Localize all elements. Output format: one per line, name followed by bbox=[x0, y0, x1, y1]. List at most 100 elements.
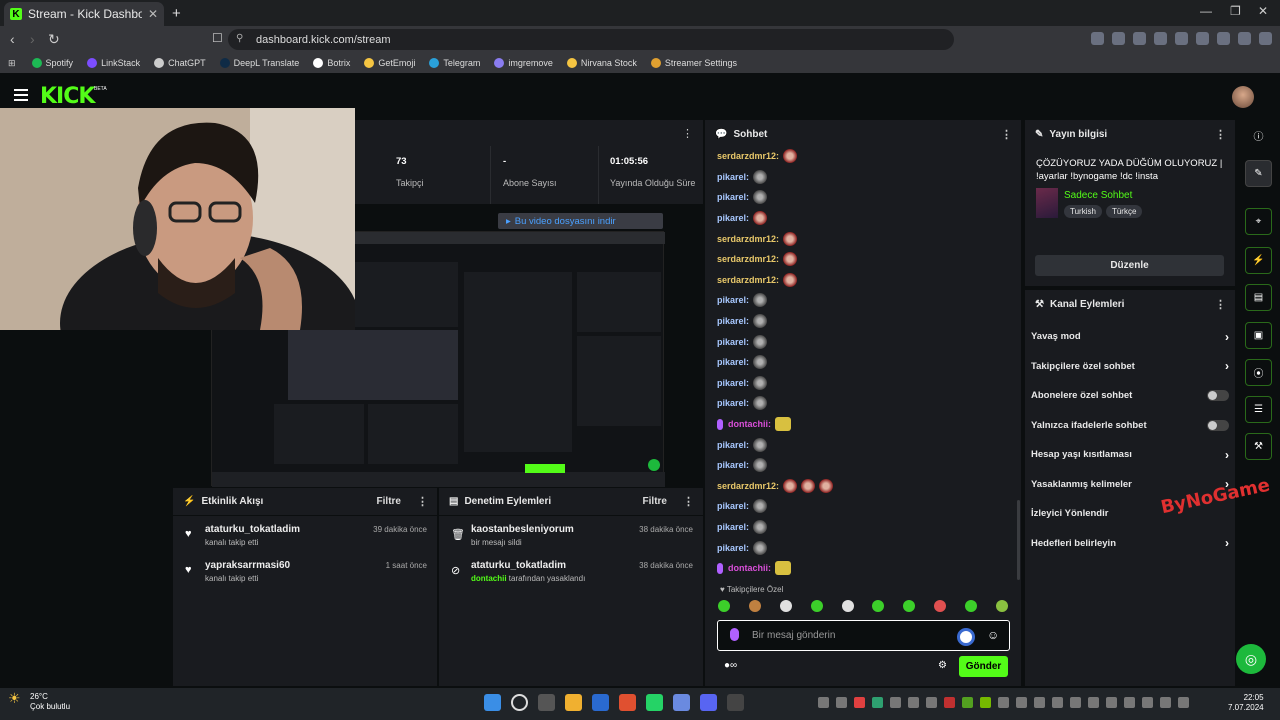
chat-message: serdarzdmr12: bbox=[717, 270, 1007, 291]
chat-username[interactable]: pikarel: bbox=[717, 460, 749, 470]
layout-icon[interactable]: ☰ bbox=[1245, 396, 1272, 423]
channel-actions-list: Yavaş mod › Takipçilere özel sohbet › Abonel… bbox=[1025, 318, 1235, 558]
kick-logo[interactable]: KICK bbox=[40, 84, 95, 109]
weather-widget[interactable]: 26°C Çok bulutlu bbox=[8, 692, 70, 712]
channel-action-item[interactable]: Abonelere özel sohbet bbox=[1025, 381, 1235, 411]
stream-info-more-icon[interactable]: ⋮ bbox=[1215, 128, 1226, 141]
chevron-right-icon: › bbox=[1225, 329, 1229, 344]
channel-action-item[interactable]: Yalnızca ifadelerle sohbet bbox=[1025, 411, 1235, 441]
broadcast-icon[interactable]: ⦿ bbox=[1245, 359, 1272, 386]
extension-icons[interactable] bbox=[1091, 32, 1272, 45]
channel-action-item[interactable]: Hedefleri belirleyin › bbox=[1025, 529, 1235, 559]
chat-username[interactable]: pikarel: bbox=[717, 543, 749, 553]
assistant-icon[interactable] bbox=[957, 628, 975, 646]
channel-action-item[interactable]: Yavaş mod › bbox=[1025, 322, 1235, 352]
bookmark-item[interactable]: Streamer Settings bbox=[650, 58, 737, 68]
chat-username[interactable]: pikarel: bbox=[717, 172, 749, 182]
activity-more-icon[interactable]: ⋮ bbox=[417, 495, 428, 508]
close-window-icon[interactable]: ✕ bbox=[1258, 4, 1268, 18]
chat-settings-icon[interactable]: ⚙ bbox=[938, 660, 947, 671]
new-tab-icon[interactable]: + bbox=[172, 5, 181, 22]
edit-icon[interactable]: ✎ bbox=[1245, 160, 1272, 187]
bookmark-item[interactable]: Telegram bbox=[429, 58, 480, 68]
chat-scrollbar[interactable] bbox=[1017, 500, 1020, 580]
chat-username[interactable]: serdarzdmr12: bbox=[717, 151, 779, 161]
bookmark-item[interactable]: imgremove bbox=[494, 58, 553, 68]
chat-username[interactable]: serdarzdmr12: bbox=[717, 234, 779, 244]
channel-action-item[interactable]: Takipçilere özel sohbet › bbox=[1025, 352, 1235, 382]
browser-tab[interactable]: K Stream - Kick Dashboard ✕ bbox=[4, 2, 164, 26]
chat-username[interactable]: pikarel: bbox=[717, 192, 749, 202]
forward-icon[interactable]: › bbox=[30, 31, 35, 47]
microphone-icon[interactable] bbox=[730, 628, 739, 641]
bookmark-item[interactable]: LinkStack bbox=[87, 58, 140, 68]
site-info-icon[interactable]: ⚲ bbox=[236, 33, 243, 44]
menu-icon[interactable] bbox=[14, 89, 28, 101]
chat-username[interactable]: serdarzdmr12: bbox=[717, 481, 779, 491]
channel-actions-more-icon[interactable]: ⋮ bbox=[1215, 298, 1226, 311]
tools-icon[interactable]: ⚒ bbox=[1245, 433, 1272, 460]
chat-username[interactable]: pikarel: bbox=[717, 316, 749, 326]
toggle-switch[interactable] bbox=[1207, 419, 1229, 431]
emoji-icon[interactable]: ☺ bbox=[987, 628, 999, 642]
tag[interactable]: Türkçe bbox=[1105, 205, 1143, 218]
chat-message: pikarel: bbox=[717, 208, 1007, 229]
activity-filter-button[interactable]: Filtre bbox=[377, 496, 401, 507]
list-item: ♥ ataturku_tokatladim kanalı takip etti … bbox=[185, 524, 427, 547]
maximize-icon[interactable]: ❐ bbox=[1230, 4, 1241, 18]
bookmark-item[interactable]: ChatGPT bbox=[154, 58, 206, 68]
moderation-more-icon[interactable]: ⋮ bbox=[683, 495, 694, 508]
bookmark-item[interactable]: Spotify bbox=[31, 58, 73, 68]
send-button[interactable]: Gönder bbox=[959, 656, 1008, 677]
taskbar-apps[interactable] bbox=[484, 694, 744, 711]
edit-stream-button[interactable]: Düzenle bbox=[1035, 255, 1224, 276]
chat-more-icon[interactable]: ⋮ bbox=[1001, 128, 1012, 141]
tag[interactable]: Turkish bbox=[1064, 205, 1102, 218]
chat-username[interactable]: pikarel: bbox=[717, 522, 749, 532]
stream-info-panel: ✎ Yayın bilgisi ⋮ ÇÖZÜYORUZ YADA DÜĞÜM O… bbox=[1025, 120, 1235, 286]
stream-title: ÇÖZÜYORUZ YADA DÜĞÜM OLUYORUZ | !ayarlar… bbox=[1036, 158, 1223, 182]
url-input[interactable]: dashboard.kick.com/stream bbox=[228, 29, 954, 50]
chat-header: 💬 Sohbet ⋮ bbox=[715, 128, 1012, 141]
notes-icon[interactable]: ▤ bbox=[1245, 284, 1272, 311]
bookmark-item[interactable]: Nirvana Stock bbox=[566, 58, 637, 68]
chat-username[interactable]: pikarel: bbox=[717, 398, 749, 408]
minimize-icon[interactable]: — bbox=[1200, 4, 1212, 18]
chat-username[interactable]: dontachii: bbox=[728, 419, 771, 429]
emote-icon bbox=[783, 478, 798, 493]
chat-username[interactable]: pikarel: bbox=[717, 378, 749, 388]
avatar[interactable] bbox=[1232, 86, 1254, 108]
chat-username[interactable]: serdarzdmr12: bbox=[717, 275, 779, 285]
chat-username[interactable]: dontachii: bbox=[728, 563, 771, 573]
apps-icon[interactable]: ⊞ bbox=[8, 58, 16, 69]
system-tray[interactable] bbox=[818, 697, 1189, 708]
chat-username[interactable]: pikarel: bbox=[717, 501, 749, 511]
bookmark-item[interactable]: GetEmoji bbox=[364, 58, 415, 68]
clip-icon[interactable]: ⌖ bbox=[1245, 208, 1272, 235]
chat-username[interactable]: pikarel: bbox=[717, 337, 749, 347]
back-icon[interactable]: ‹ bbox=[10, 31, 15, 47]
chat-users-icon[interactable]: ●∞ bbox=[724, 660, 737, 671]
chat-username[interactable]: pikarel: bbox=[717, 213, 749, 223]
close-tab-icon[interactable]: ✕ bbox=[148, 7, 158, 21]
help-icon[interactable]: ◎ bbox=[1236, 644, 1266, 674]
emote-quickbar[interactable] bbox=[718, 600, 1008, 612]
chat-username[interactable]: pikarel: bbox=[717, 295, 749, 305]
chat-username[interactable]: pikarel: bbox=[717, 440, 749, 450]
info-icon[interactable]: ⓘ bbox=[1245, 122, 1272, 149]
bookmark-item[interactable]: DeepL Translate bbox=[219, 58, 299, 68]
chevron-right-icon: › bbox=[1225, 447, 1229, 462]
chat-icon[interactable]: ▣ bbox=[1245, 322, 1272, 349]
bookmark-item[interactable]: Botrix bbox=[313, 58, 350, 68]
download-video-button[interactable]: ▸ Bu video dosyasını indir bbox=[498, 213, 663, 229]
stats-more-icon[interactable]: ⋮ bbox=[682, 127, 693, 140]
chat-username[interactable]: serdarzdmr12: bbox=[717, 254, 779, 264]
lightning-icon[interactable]: ⚡ bbox=[1245, 247, 1272, 274]
bookmark-icon[interactable]: ☐ bbox=[212, 31, 223, 45]
toggle-switch[interactable] bbox=[1207, 390, 1229, 402]
reload-icon[interactable]: ↻ bbox=[48, 31, 60, 48]
moderation-filter-button[interactable]: Filtre bbox=[643, 496, 667, 507]
channel-action-item[interactable]: Hesap yaşı kısıtlaması › bbox=[1025, 440, 1235, 470]
chat-username[interactable]: pikarel: bbox=[717, 357, 749, 367]
taskbar-clock[interactable]: 22:05 7.07.2024 bbox=[1228, 693, 1264, 713]
